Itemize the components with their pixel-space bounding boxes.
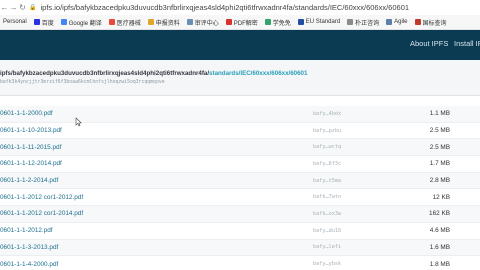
site-favicon-icon <box>347 19 354 25</box>
path-prefix-link[interactable]: ipfs/bafykbzacedpku3duvucdb3nfbrlirxqjea… <box>0 70 209 77</box>
bookmark-label: 百度 <box>41 20 54 27</box>
bookmark-label: Google 翻译 <box>68 20 102 27</box>
file-row: 0601-1-1-2000.pdf bafy…4bdx 1.1 MB <box>0 106 480 123</box>
file-name-link[interactable]: 0601-1-1-2012.pdf <box>0 227 53 234</box>
bookmark-label: 朴正咨询 <box>355 20 380 27</box>
file-row: 0601-1-1-3-2013.pdf bafy…lefi 1.6 MB <box>0 239 480 257</box>
file-name-link[interactable]: 0601-1-1-4-2000.pdf <box>0 261 58 268</box>
eu-favicon-icon <box>297 19 304 25</box>
file-row: 0601-1-1-11-2015.pdf bafy…wctq 2.5 MB <box>0 139 480 157</box>
file-hash-link[interactable]: bafy…6f3c <box>313 161 341 167</box>
file-row: 0601-1-1-2-2014.pdf bafy…t5ma 2.8 MB <box>0 172 480 190</box>
bookmark-label: 国标查询 <box>422 20 447 27</box>
bookmarks-bar: Personal 百度 Google 翻译 医疗器械 申报资料 审评中心 PDF解密 学免免 E… <box>0 15 480 30</box>
file-row: 0601-1-1-4-2000.pdf bafy…ybsk 1.8 MB <box>0 256 480 270</box>
site-favicon-icon <box>414 19 421 25</box>
mouse-cursor-icon <box>75 117 82 127</box>
file-size: 1.7 MB <box>429 160 450 168</box>
file-name-link[interactable]: 0601-1-1-2000.pdf <box>0 110 53 117</box>
site-favicon-icon <box>264 19 271 25</box>
bookmark-item[interactable]: EU Standard <box>297 19 341 25</box>
directory-cid: bafk3k4yncjjtr3mrzif6f3boaa6kcmlhnfsjlho… <box>0 80 165 85</box>
file-name-link[interactable]: 0601-1-1-2012 cor1-2014.pdf <box>0 210 83 217</box>
file-row: 0601-1-1-2012 cor1-2014.pdf bafk…ox3w 162 … <box>0 206 480 223</box>
file-hash-link[interactable]: bafy…pzbu <box>313 128 341 134</box>
file-size: 2.5 MB <box>429 127 450 135</box>
file-name-link[interactable]: 0601-1-1-12-2014.pdf <box>0 160 62 167</box>
google-translate-favicon-icon <box>60 19 67 25</box>
address-bar: ← → ↻ 🔒 ipfs.io/ipfs/bafykbzacedpku3duvu… <box>0 0 480 15</box>
file-size: 1.1 MB <box>429 110 450 118</box>
file-hash-link[interactable]: bafy…du16 <box>313 228 341 234</box>
file-hash-link[interactable]: bafy…t5ma <box>313 178 341 184</box>
file-hash-link[interactable]: bafk…ox3w <box>313 211 341 217</box>
path-standards-link[interactable]: standards/IEC/60xxx/606xx/60601 <box>209 70 307 77</box>
bookmark-label: EU Standard <box>305 19 341 25</box>
bookmark-label: Personal <box>3 19 27 25</box>
bookmark-item[interactable]: Personal <box>3 19 27 25</box>
file-list: 0601-1-1-2000.pdf bafy…4bdx 1.1 MB 0601-1-1… <box>0 106 480 270</box>
bookmark-label: PDF解密 <box>233 20 258 27</box>
file-hash-link[interactable]: bafk…7wtn <box>313 194 341 200</box>
bookmark-label: 审评中心 <box>194 20 219 27</box>
bookmark-label: 医疗器械 <box>116 20 141 27</box>
bookmark-item[interactable]: 学免免 <box>264 18 291 27</box>
file-hash-link[interactable]: bafy…ybsk <box>313 261 341 267</box>
directory-path-block: ipfs/bafykbzacedpku3duvucdb3nfbrlirxqjea… <box>0 60 480 96</box>
bookmark-item[interactable]: PDF解密 <box>225 18 258 27</box>
folder-favicon-icon <box>147 19 154 25</box>
file-name-link[interactable]: 0601-1-1-3-2013.pdf <box>0 244 58 251</box>
file-hash-link[interactable]: bafy…wctq <box>313 144 341 150</box>
file-hash-link[interactable]: bafy…4bdx <box>313 111 341 117</box>
bookmark-item[interactable]: 朴正咨询 <box>347 18 379 27</box>
about-ipfs-link[interactable]: About IPFS <box>410 39 448 48</box>
bookmark-item[interactable]: 申报资料 <box>147 18 180 27</box>
bookmark-item[interactable]: 医疗器械 <box>108 18 141 27</box>
file-name-link[interactable]: 0601-1-1-2-2014.pdf <box>0 177 58 184</box>
site-favicon-icon <box>386 19 393 25</box>
bookmark-item[interactable]: Agile <box>386 19 408 25</box>
lock-icon[interactable]: 🔒 <box>29 4 36 11</box>
baidu-favicon-icon <box>33 19 40 25</box>
file-row: 0601-1-1-2012 cor1-2012.pdf bafk…7wtn 12 K… <box>0 189 480 207</box>
bookmark-item[interactable]: 审评中心 <box>186 18 219 27</box>
bookmark-label: 申报资料 <box>155 20 180 27</box>
bookmark-item[interactable]: Google 翻译 <box>60 18 102 27</box>
file-row: 0601-1-1-10-2013.pdf bafy…pzbu 2.5 MB <box>0 122 480 140</box>
file-size: 2.5 MB <box>429 143 450 151</box>
file-hash-link[interactable]: bafy…lefi <box>313 244 341 250</box>
url-field[interactable]: ipfs.io/ipfs/bafykbzacedpku3duvucdb3nfbr… <box>40 3 409 12</box>
bookmark-item[interactable]: 国标查询 <box>414 18 447 27</box>
reload-icon[interactable]: ↻ <box>18 3 27 12</box>
file-row: 0601-1-1-2012.pdf bafy…du16 4.6 MB <box>0 222 480 240</box>
file-name-link[interactable]: 0601-1-1-10-2013.pdf <box>0 127 62 134</box>
file-row: 0601-1-1-12-2014.pdf bafy…6f3c 1.7 MB <box>0 156 480 173</box>
file-size: 1.6 MB <box>429 243 450 251</box>
ipfs-header: About IPFS Install IP <box>0 30 480 60</box>
forward-arrow-icon[interactable]: → <box>9 3 18 12</box>
file-name-link[interactable]: 0601-1-1-11-2015.pdf <box>0 144 61 151</box>
bookmark-label: Agile <box>394 19 408 25</box>
pdf-favicon-icon <box>225 19 232 25</box>
back-arrow-icon[interactable]: ← <box>0 3 9 12</box>
bookmark-label: 学免免 <box>272 20 291 27</box>
file-size: 2.8 MB <box>429 177 450 185</box>
file-size: 4.6 MB <box>429 227 450 235</box>
file-size: 1.8 MB <box>429 260 450 268</box>
file-size: 12 KB <box>432 193 450 201</box>
folder-favicon-icon <box>108 19 115 25</box>
globe-favicon-icon <box>186 19 193 25</box>
file-size: 162 KB <box>429 210 450 218</box>
install-ipfs-link[interactable]: Install IP <box>454 39 480 48</box>
bookmark-item[interactable]: 百度 <box>33 18 54 27</box>
breadcrumb: ipfs/bafykbzacedpku3duvucdb3nfbrlirxqjea… <box>0 70 307 77</box>
file-name-link[interactable]: 0601-1-1-2012 cor1-2012.pdf <box>0 194 83 201</box>
